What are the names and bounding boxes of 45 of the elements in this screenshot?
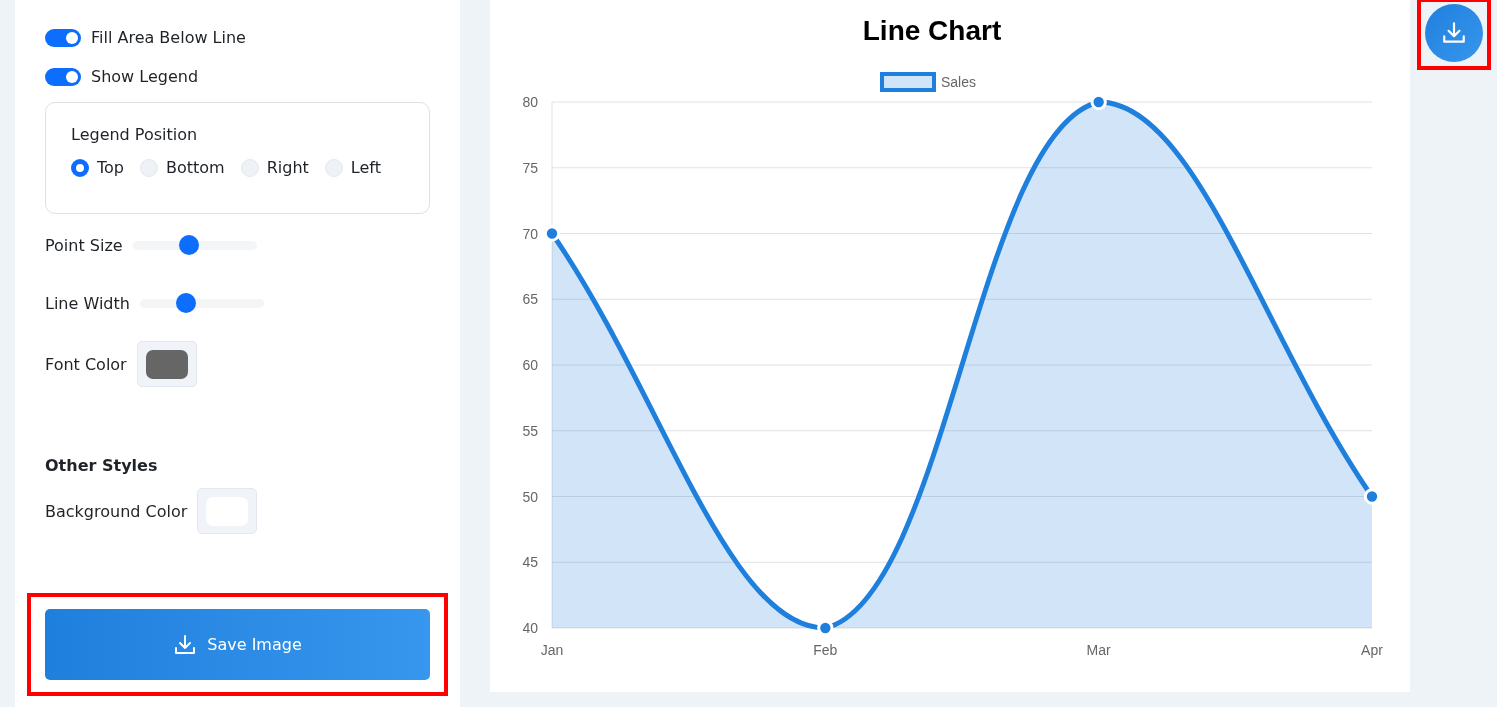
slider-thumb[interactable] [176, 293, 197, 313]
slider-thumb[interactable] [178, 235, 199, 255]
color-label: Font Color [45, 354, 127, 374]
radio-label: Top [97, 158, 124, 177]
save-image-button[interactable]: Save Image [45, 609, 430, 680]
y-axis-label: 60 [522, 357, 538, 373]
x-axis-label: Feb [813, 642, 838, 658]
slider-label: Line Width [45, 293, 130, 313]
color-picker[interactable] [197, 488, 258, 534]
y-axis-label: 70 [522, 225, 538, 242]
download-button[interactable] [1424, 4, 1483, 62]
y-axis-label: 55 [522, 422, 538, 439]
color-label: Background Color [45, 501, 188, 521]
data-point[interactable] [1363, 488, 1381, 505]
slider-label: Point Size [45, 235, 123, 255]
toggle-label: Fill Area Below Line [91, 28, 246, 47]
y-axis-label: 40 [522, 620, 538, 636]
toggle-switch[interactable] [45, 67, 81, 86]
y-axis-label: 45 [522, 554, 538, 571]
group-title: Legend Position [71, 125, 199, 144]
y-axis-label: 65 [522, 291, 538, 308]
x-axis-label: Jan [540, 642, 564, 658]
toggle-switch[interactable] [45, 28, 81, 47]
download-icon [173, 632, 198, 657]
chart-title: Line Chart [862, 15, 1002, 46]
slider[interactable] [139, 292, 264, 314]
radio-label: Bottom [166, 158, 225, 177]
color-picker[interactable] [136, 341, 197, 387]
download-icon [1440, 20, 1467, 46]
radio-label: Right [266, 158, 309, 177]
data-point[interactable] [543, 225, 561, 242]
x-axis-label: Mar [1086, 642, 1111, 658]
toggle-label: Show Legend [91, 67, 199, 86]
section-heading: Other Styles [45, 456, 159, 475]
data-point[interactable] [817, 619, 834, 637]
y-axis-label: 80 [522, 94, 538, 110]
legend-label[interactable]: Sales [941, 74, 977, 90]
radio-label: Left [350, 158, 381, 177]
radio-button[interactable] [71, 158, 89, 177]
slider[interactable] [132, 234, 257, 256]
y-axis-label: 75 [522, 159, 538, 176]
y-axis-label: 50 [522, 488, 538, 505]
data-point[interactable] [1090, 93, 1107, 111]
x-axis-label: Apr [1361, 642, 1383, 658]
legend-swatch[interactable] [880, 72, 936, 92]
